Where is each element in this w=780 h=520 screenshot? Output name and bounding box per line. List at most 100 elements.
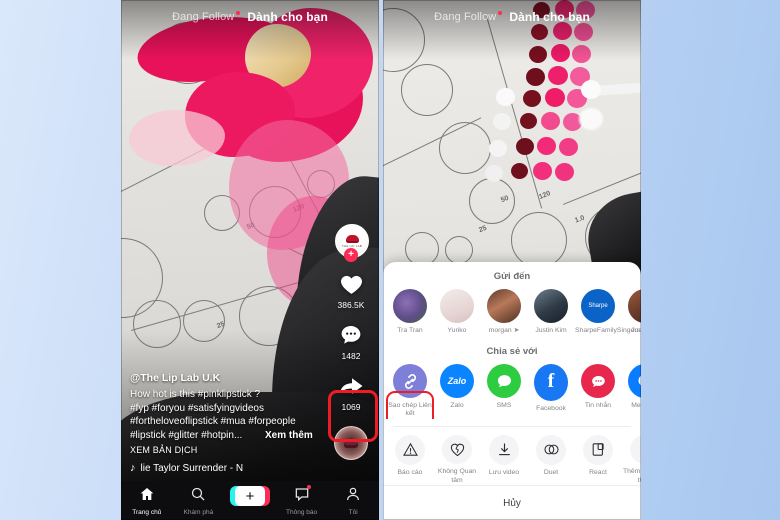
zalo-icon: Zalo (440, 364, 474, 399)
top-tab-bar-left: Đang Follow Dành cho bạn (121, 7, 379, 27)
share-target-facebook[interactable]: f Facebook (528, 364, 574, 419)
follow-button[interactable]: + (344, 248, 358, 262)
avatar: Sharpe (581, 289, 615, 323)
download-icon (489, 434, 519, 465)
person-icon (345, 486, 361, 507)
tab-following-badge-dot (498, 11, 503, 15)
white-spatula-head (581, 80, 601, 99)
nav-profile-label: Tôi (348, 509, 358, 516)
tab-following-label: Đang Follow (172, 11, 235, 23)
facebook-icon: f (534, 364, 568, 402)
lipstick-logo-icon (345, 234, 359, 243)
share-target-label: SMS (496, 402, 512, 410)
send-to-contact[interactable]: Justin Vit (622, 289, 641, 335)
inbox-icon (294, 486, 310, 507)
send-to-contact[interactable]: Justin Kim (528, 289, 574, 335)
share-sheet: Gửi đến Tra Tran Yuriko morgan ➤ Justin … (383, 262, 641, 520)
react-icon (583, 434, 613, 465)
avatar (487, 289, 521, 323)
action-not-interested[interactable]: Không Quan tâm (434, 434, 480, 486)
action-label: Lưu video (488, 468, 520, 476)
home-icon (139, 486, 155, 507)
contact-name: Tra Tran (397, 326, 423, 334)
like-count: 386.5K (337, 300, 365, 310)
nav-inbox[interactable]: Thông báo (276, 485, 328, 516)
share-target-label: Zalo (450, 402, 464, 410)
share-target-messenger[interactable]: Messeng (622, 364, 641, 419)
like-button[interactable]: 386.5K (336, 269, 366, 310)
action-save-video[interactable]: Lưu video (481, 434, 527, 486)
share-count: 1069 (341, 402, 361, 412)
music-note-icon: ♪ (130, 462, 136, 474)
contact-name: Justin Vit (631, 326, 641, 334)
contact-name: SharpeFamilySingers (575, 326, 640, 334)
screenshot-stage: 50 120 25 1.0 Đang Follow (0, 0, 780, 520)
action-duet[interactable]: Duet (528, 434, 574, 486)
tin-nhan-icon (581, 364, 615, 399)
video-caption-block: @The Lip Lab U.K How hot is this #pinkli… (130, 372, 335, 474)
share-target-zalo[interactable]: Zalo Zalo (434, 364, 480, 419)
share-target-copy-link[interactable]: Sao chép Liên kết (387, 364, 433, 419)
bookmark-icon (630, 434, 641, 465)
share-target-label: Tin nhắn (584, 402, 612, 410)
send-to-title: Gửi đến (493, 271, 531, 282)
send-to-row[interactable]: Tra Tran Yuriko morgan ➤ Justin Kim Shar… (383, 289, 641, 335)
nav-home-label: Trang chủ (132, 509, 162, 516)
tab-following-badge-dot (236, 11, 241, 15)
contact-name: Justin Kim (535, 326, 567, 334)
powder-spill (579, 108, 603, 130)
send-to-contact[interactable]: Tra Tran (387, 289, 433, 335)
search-icon (190, 486, 206, 507)
send-to-contact[interactable]: Sharpe SharpeFamilySingers (575, 289, 640, 335)
messenger-icon (628, 364, 641, 399)
share-target-sms[interactable]: SMS (481, 364, 527, 419)
broken-heart-icon (442, 434, 472, 465)
disc-lipstick-art (344, 438, 358, 448)
phone-left: 50 120 25 1.0 Đang Follow (121, 0, 379, 520)
share-with-row[interactable]: Sao chép Liên kết Zalo Zalo SMS f Facebo… (383, 364, 641, 419)
send-to-contact[interactable]: morgan ➤ (481, 289, 527, 335)
tab-following-label: Đang Follow (434, 11, 497, 23)
caption-line: How hot is this #pinklipstick ? (130, 389, 261, 400)
nav-profile[interactable]: Tôi (327, 486, 379, 516)
nav-inbox-label: Thông báo (286, 509, 318, 516)
author-handle[interactable]: @The Lip Lab U.K (130, 372, 335, 384)
see-more-button[interactable]: Xem thêm (265, 429, 313, 443)
heart-icon (336, 269, 366, 299)
tab-following[interactable]: Đang Follow (172, 11, 241, 23)
action-label: Không Quan tâm (437, 468, 477, 484)
avatar (628, 289, 641, 323)
music-disc-icon[interactable] (334, 426, 368, 460)
send-to-contact[interactable]: Yuriko (434, 289, 480, 335)
sheet-actions-row[interactable]: Báo cáo Không Quan tâm Lưu video Duet Re… (383, 427, 641, 486)
tab-for-you[interactable]: Dành cho bạn (509, 10, 590, 24)
action-add-favorites[interactable]: Thêm vào Yêu thích (622, 434, 641, 486)
nav-create[interactable]: + (224, 486, 276, 506)
share-target-tin-nhan[interactable]: Tin nhắn (575, 364, 621, 419)
sms-icon (487, 364, 521, 399)
share-target-label: Sao chép Liên kết (388, 401, 432, 418)
plus-icon[interactable]: + (229, 486, 270, 506)
tab-for-you[interactable]: Dành cho bạn (247, 10, 328, 24)
nav-home[interactable]: Trang chủ (121, 486, 173, 516)
action-label: Báo cáo (397, 468, 423, 476)
tab-following[interactable]: Đang Follow (434, 11, 503, 23)
report-warning-icon (395, 434, 425, 465)
comment-button[interactable]: 1482 (336, 320, 366, 361)
action-report[interactable]: Báo cáo (387, 434, 433, 486)
author-avatar[interactable]: THE LIP LAB + (335, 224, 369, 262)
duet-icon (536, 434, 566, 465)
music-info[interactable]: ♪ lie Taylor Surrender - N (130, 462, 335, 474)
caption-line-text: #lipstick #glitter #hotpin... (130, 429, 243, 441)
caption-line: #fortheloveoflipstick #mua #forpeople (130, 416, 296, 427)
contact-name: Yuriko (447, 326, 467, 334)
share-button[interactable]: 1069 (336, 371, 366, 412)
action-react[interactable]: React (575, 434, 621, 486)
share-with-title: Chia sẻ với (486, 346, 538, 358)
see-translation-button[interactable]: XEM BẢN DỊCH (130, 445, 335, 455)
nav-discover[interactable]: Khám phá (173, 486, 225, 516)
share-target-label: Facebook (536, 405, 566, 413)
link-icon (393, 364, 427, 398)
cancel-button[interactable]: Hủy (383, 485, 641, 520)
tab-for-you-label: Dành cho bạn (509, 10, 590, 24)
